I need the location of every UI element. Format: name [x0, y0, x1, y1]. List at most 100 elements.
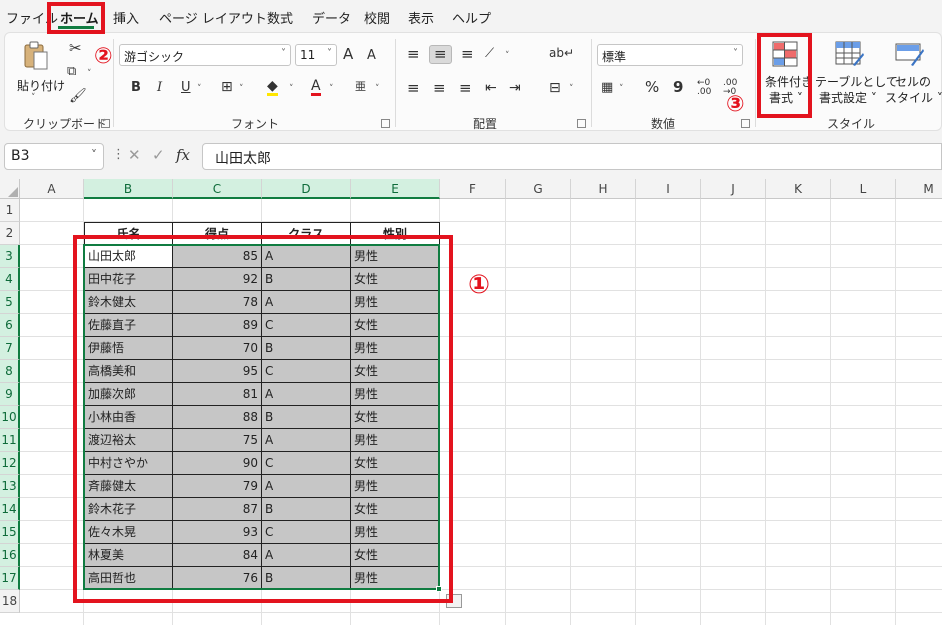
cancel-icon[interactable]: ✕ — [128, 146, 141, 164]
cell-styles-label-1: セルの — [895, 75, 932, 89]
row-header[interactable]: 16 — [0, 544, 20, 567]
column-header[interactable]: B — [84, 179, 173, 199]
font-size-combo[interactable]: 11 ˅ — [295, 44, 337, 66]
increase-decimal-icon[interactable]: ←0.00 — [697, 79, 711, 97]
paste-button[interactable]: 貼り付け ˅ — [13, 39, 65, 107]
column-header[interactable]: L — [831, 179, 896, 199]
orientation-icon[interactable]: ⟋ — [485, 47, 494, 60]
row-header[interactable]: 9 — [0, 383, 20, 406]
grow-font-button[interactable]: A — [343, 47, 353, 62]
row-header[interactable]: 13 — [0, 475, 20, 498]
phonetic-button[interactable]: 亜 — [355, 81, 366, 92]
tab-help[interactable]: ヘルプ — [452, 8, 491, 27]
column-header[interactable]: I — [636, 179, 701, 199]
underline-dropdown-icon[interactable]: ˅ — [197, 84, 202, 94]
align-bottom-icon[interactable]: ≡ — [461, 47, 474, 62]
insert-function-button[interactable]: fx — [176, 146, 190, 164]
tab-page-layout[interactable]: ページ レイアウト — [159, 8, 267, 27]
alignment-launcher-icon[interactable] — [577, 119, 586, 128]
row-header[interactable]: 2 — [0, 222, 20, 245]
phonetic-dropdown-icon[interactable]: ˅ — [375, 84, 380, 94]
formula-input[interactable]: 山田太郎 — [202, 143, 942, 170]
accounting-format-icon[interactable]: ▦ — [601, 81, 613, 94]
cut-icon[interactable]: ✂ — [69, 41, 82, 56]
number-launcher-icon[interactable] — [741, 119, 750, 128]
row-header[interactable]: 17 — [0, 567, 20, 590]
format-as-table-icon — [835, 41, 864, 66]
fill-color-icon[interactable]: ◆ — [267, 79, 278, 96]
underline-button[interactable]: U — [181, 81, 191, 94]
format-as-table-button[interactable]: テーブルとして 書式設定 ˅ — [813, 37, 898, 111]
alignment-group-label: 配置 — [473, 117, 498, 131]
row-header[interactable]: 11 — [0, 429, 20, 452]
gridline — [570, 199, 571, 625]
tab-data[interactable]: データ — [312, 8, 351, 27]
align-left-icon[interactable]: ≡ — [407, 81, 420, 96]
percent-style-button[interactable]: % — [645, 80, 659, 95]
column-header[interactable]: M — [896, 179, 942, 199]
cell-styles-icon — [895, 43, 924, 66]
column-header[interactable]: C — [173, 179, 262, 199]
column-header[interactable]: J — [701, 179, 766, 199]
merge-center-icon[interactable]: ⊟ — [549, 81, 561, 95]
align-middle-icon[interactable]: ≡ — [429, 45, 452, 64]
column-header[interactable]: D — [262, 179, 351, 199]
row-header[interactable]: 6 — [0, 314, 20, 337]
align-center-icon[interactable]: ≡ — [433, 81, 446, 96]
wrap-text-icon[interactable]: ab↵ — [549, 47, 574, 59]
format-painter-icon[interactable]: 🖌 — [69, 89, 87, 103]
row-header[interactable]: 10 — [0, 406, 20, 429]
copy-dropdown-icon[interactable]: ˅ — [87, 69, 92, 79]
accounting-dropdown-icon[interactable]: ˅ — [619, 84, 624, 94]
font-color-dropdown-icon[interactable]: ˅ — [329, 84, 334, 94]
row-header[interactable]: 15 — [0, 521, 20, 544]
number-format-value: 標準 — [602, 50, 627, 64]
clipboard-launcher-icon[interactable] — [101, 119, 110, 128]
font-name-combo[interactable]: 游ゴシック ˅ — [119, 44, 291, 66]
orientation-dropdown-icon[interactable]: ˅ — [505, 51, 510, 61]
decrease-indent-icon[interactable]: ⇤ — [485, 81, 497, 95]
cell-styles-button[interactable]: セルの スタイル ˅ — [881, 37, 942, 111]
align-right-icon[interactable]: ≡ — [459, 81, 472, 96]
comma-style-button[interactable]: 9 — [673, 80, 683, 95]
italic-button[interactable]: I — [157, 81, 162, 94]
format-as-table-label-2: 書式設定 ˅ — [819, 91, 877, 105]
column-header[interactable]: F — [440, 179, 506, 199]
more-options-icon[interactable]: ⋮ — [112, 147, 125, 162]
column-header[interactable]: E — [351, 179, 440, 199]
row-header[interactable]: 12 — [0, 452, 20, 475]
row-header[interactable]: 7 — [0, 337, 20, 360]
tab-insert[interactable]: 挿入 — [113, 8, 139, 27]
bold-button[interactable]: B — [131, 81, 141, 94]
merge-dropdown-icon[interactable]: ˅ — [569, 84, 574, 94]
row-header[interactable]: 1 — [0, 199, 20, 222]
row-header[interactable]: 14 — [0, 498, 20, 521]
name-box[interactable]: B3 ˅ — [4, 143, 104, 170]
tab-view[interactable]: 表示 — [408, 8, 434, 27]
row-header[interactable]: 8 — [0, 360, 20, 383]
gridline — [20, 612, 942, 613]
copy-icon[interactable]: ⧉ — [67, 65, 76, 78]
select-all-corner[interactable] — [0, 179, 20, 199]
align-top-icon[interactable]: ≡ — [407, 47, 420, 62]
borders-icon[interactable]: ⊞ — [221, 80, 233, 94]
column-header[interactable]: G — [506, 179, 571, 199]
column-header[interactable]: H — [571, 179, 636, 199]
column-header[interactable]: K — [766, 179, 831, 199]
row-header[interactable]: 18 — [0, 590, 20, 613]
tab-review[interactable]: 校閲 — [364, 8, 390, 27]
enter-icon[interactable]: ✓ — [152, 146, 165, 164]
font-color-button[interactable]: A — [311, 79, 321, 96]
number-format-combo[interactable]: 標準 ˅ — [597, 44, 743, 66]
shrink-font-button[interactable]: A — [367, 49, 376, 62]
tab-formulas[interactable]: 数式 — [267, 8, 293, 27]
fill-color-dropdown-icon[interactable]: ˅ — [289, 84, 294, 94]
row-header[interactable]: 5 — [0, 291, 20, 314]
column-header[interactable]: A — [20, 179, 84, 199]
borders-dropdown-icon[interactable]: ˅ — [239, 84, 244, 94]
row-header[interactable]: 4 — [0, 268, 20, 291]
increase-indent-icon[interactable]: ⇥ — [509, 81, 521, 95]
font-launcher-icon[interactable] — [381, 119, 390, 128]
row-header[interactable]: 3 — [0, 245, 20, 268]
chevron-down-icon: ˅ — [327, 48, 332, 59]
